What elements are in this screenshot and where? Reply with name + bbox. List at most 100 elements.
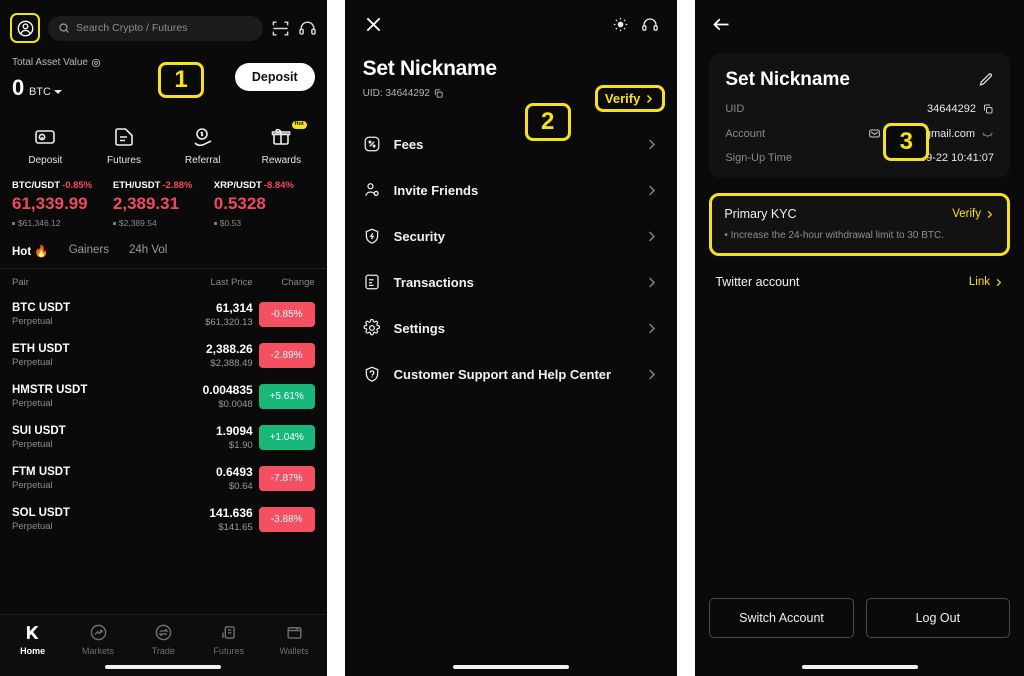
close-x-icon[interactable] bbox=[363, 14, 384, 35]
total-asset-label: Total Asset Value bbox=[12, 57, 88, 68]
table-row[interactable]: SUI USDT Perpetual 1.9094 $1.90 +1.04% bbox=[0, 417, 327, 458]
tab-gainers[interactable]: Gainers bbox=[69, 244, 109, 258]
twitter-link-label: Link bbox=[968, 276, 990, 288]
eye-off-icon[interactable] bbox=[981, 127, 994, 140]
uid-label: UID: 34644292 bbox=[362, 88, 430, 99]
trade-swap-icon bbox=[155, 624, 172, 641]
tab-hot[interactable]: Hot 🔥 bbox=[12, 244, 49, 258]
row-type: Perpetual bbox=[12, 398, 53, 409]
headset-icon[interactable] bbox=[641, 16, 659, 34]
twitter-account-row[interactable]: Twitter account Link bbox=[715, 275, 1004, 289]
nav-item-trade[interactable]: Trade bbox=[131, 623, 196, 656]
futures-chart-icon bbox=[222, 626, 235, 639]
menu-item-invite-friends[interactable]: Invite Friends bbox=[345, 167, 678, 213]
mail-icon bbox=[868, 129, 880, 138]
support-button[interactable] bbox=[298, 19, 317, 38]
menu-item-settings[interactable]: Settings bbox=[345, 305, 678, 351]
nickname-title[interactable]: Set Nickname bbox=[363, 57, 660, 81]
row-change-pill: -0.85% bbox=[258, 302, 315, 327]
menu-item-fees[interactable]: Fees bbox=[345, 121, 678, 167]
menu-item-transactions[interactable]: Transactions bbox=[345, 259, 678, 305]
verify-button[interactable]: Verify bbox=[594, 85, 666, 112]
row-type: Perpetual bbox=[12, 480, 53, 491]
asset-currency-selector[interactable]: BTC bbox=[29, 86, 62, 98]
search-placeholder: Search Crypto / Futures bbox=[76, 22, 188, 34]
back-arrow-icon[interactable] bbox=[711, 14, 732, 35]
table-row[interactable]: FTM USDT Perpetual 0.6493 $0.64 -7.87% bbox=[0, 458, 327, 499]
profile-avatar-button[interactable] bbox=[10, 13, 40, 43]
log-out-button[interactable]: Log Out bbox=[865, 598, 1011, 638]
annotation-badge-2: 2 bbox=[524, 103, 571, 141]
menu-item-security[interactable]: Security bbox=[345, 213, 678, 259]
hot-badge: Hot bbox=[291, 121, 307, 129]
account-row: Account si***1@gmail.com bbox=[725, 127, 994, 140]
home-indicator bbox=[105, 665, 222, 669]
switch-account-button[interactable]: Switch Account bbox=[709, 598, 854, 638]
deposit-icon bbox=[35, 130, 56, 144]
kyc-verify-link[interactable]: Verify bbox=[952, 208, 995, 220]
scan-qr-button[interactable] bbox=[271, 19, 290, 38]
tab-label: Hot bbox=[12, 246, 32, 258]
kyc-verify-label: Verify bbox=[952, 208, 981, 220]
scan-qr-icon bbox=[272, 20, 289, 36]
ticker-pair: ETH/USDT bbox=[112, 180, 161, 191]
quick-action-futures[interactable]: Futures bbox=[85, 125, 164, 166]
eye-visibility-icon[interactable] bbox=[91, 58, 101, 68]
menu-item-customer-support[interactable]: Customer Support and Help Center bbox=[345, 351, 678, 397]
table-row[interactable]: SOL USDT Perpetual 141.636 $141.65 -3.88% bbox=[0, 499, 327, 540]
ticker-price: 2,389.31 bbox=[112, 194, 180, 213]
nav-item-markets[interactable]: Markets bbox=[65, 623, 130, 656]
quick-action-label: Rewards bbox=[261, 155, 302, 166]
total-asset-amount: 0 bbox=[12, 75, 24, 100]
ticker-card[interactable]: BTC/USDT -0.85% 61,339.99 $61,346.12 bbox=[12, 180, 113, 228]
primary-kyc-card[interactable]: Primary KYC Verify • Increase the 24-hou… bbox=[709, 193, 1010, 256]
col-pair: Pair bbox=[12, 277, 29, 288]
verify-label: Verify bbox=[604, 91, 641, 106]
nav-item-home[interactable]: Home bbox=[0, 623, 65, 656]
quick-action-rewards[interactable]: Hot Rewards bbox=[242, 121, 321, 166]
table-row[interactable]: HMSTR USDT Perpetual 0.004835 $0.0048 +5.6… bbox=[0, 376, 327, 417]
row-last-price: 0.004835 bbox=[202, 383, 253, 397]
chevron-right-icon bbox=[649, 323, 656, 333]
ticker-change: -8.84% bbox=[263, 180, 294, 191]
deposit-button[interactable]: Deposit bbox=[234, 63, 315, 91]
nav-item-wallets[interactable]: Wallets bbox=[261, 623, 326, 656]
search-icon bbox=[59, 23, 69, 33]
bullet-dot-icon bbox=[213, 221, 217, 225]
ticker-usd: $61,346.12 bbox=[18, 218, 61, 228]
invite-person-icon bbox=[364, 183, 379, 196]
chevron-right-icon bbox=[649, 185, 656, 195]
screenshot-stage: Search Crypto / Futures Total Asset Valu… bbox=[0, 0, 1024, 676]
market-table-header: Pair Last Price Change bbox=[0, 268, 327, 294]
ticker-change: -2.88% bbox=[162, 180, 193, 191]
quick-action-deposit[interactable]: Deposit bbox=[6, 125, 85, 166]
quick-action-referral[interactable]: Referral bbox=[163, 125, 242, 166]
ticker-card[interactable]: XRP/USDT -8.84% 0.5328 $0.53 bbox=[213, 180, 315, 228]
twitter-label: Twitter account bbox=[715, 275, 800, 289]
search-input[interactable]: Search Crypto / Futures bbox=[48, 15, 263, 41]
row-change-pill: -7.87% bbox=[258, 466, 315, 491]
quick-action-label: Referral bbox=[184, 155, 221, 166]
copy-icon[interactable] bbox=[433, 88, 444, 99]
ticker-card[interactable]: ETH/USDT -2.88% 2,389.31 $2,389.54 bbox=[112, 180, 214, 228]
twitter-link-action[interactable]: Link bbox=[969, 276, 1004, 288]
copy-icon[interactable] bbox=[982, 103, 994, 115]
table-row[interactable]: BTC USDT Perpetual 61,314 $61,320.13 -0.85… bbox=[0, 294, 327, 335]
menu-label: Transactions bbox=[393, 274, 474, 290]
sun-brightness-icon[interactable] bbox=[612, 16, 629, 33]
nickname-title[interactable]: Set Nickname bbox=[725, 69, 850, 91]
table-row[interactable]: ETH USDT Perpetual 2,388.26 $2,388.49 -2.8… bbox=[0, 335, 327, 376]
market-table-body: BTC USDT Perpetual 61,314 $61,320.13 -0.85… bbox=[0, 294, 327, 540]
chevron-right-icon bbox=[987, 210, 993, 218]
account-header: Set Nickname UID: 34644292 2 Verify bbox=[345, 35, 678, 141]
detail-top-bar bbox=[695, 0, 1024, 35]
menu-label: Security bbox=[393, 228, 445, 244]
pencil-edit-icon[interactable] bbox=[978, 72, 994, 88]
row-last-price: 1.9094 bbox=[215, 424, 253, 438]
col-change: Change bbox=[281, 277, 315, 288]
total-asset-section: Total Asset Value 0 BTC 1 Deposit bbox=[0, 43, 327, 101]
nav-item-futures[interactable]: Futures bbox=[196, 623, 261, 656]
tab-24h-vol[interactable]: 24h Vol bbox=[129, 244, 167, 258]
bullet-dot-icon bbox=[12, 221, 15, 225]
card-title-row: Set Nickname bbox=[725, 69, 994, 91]
